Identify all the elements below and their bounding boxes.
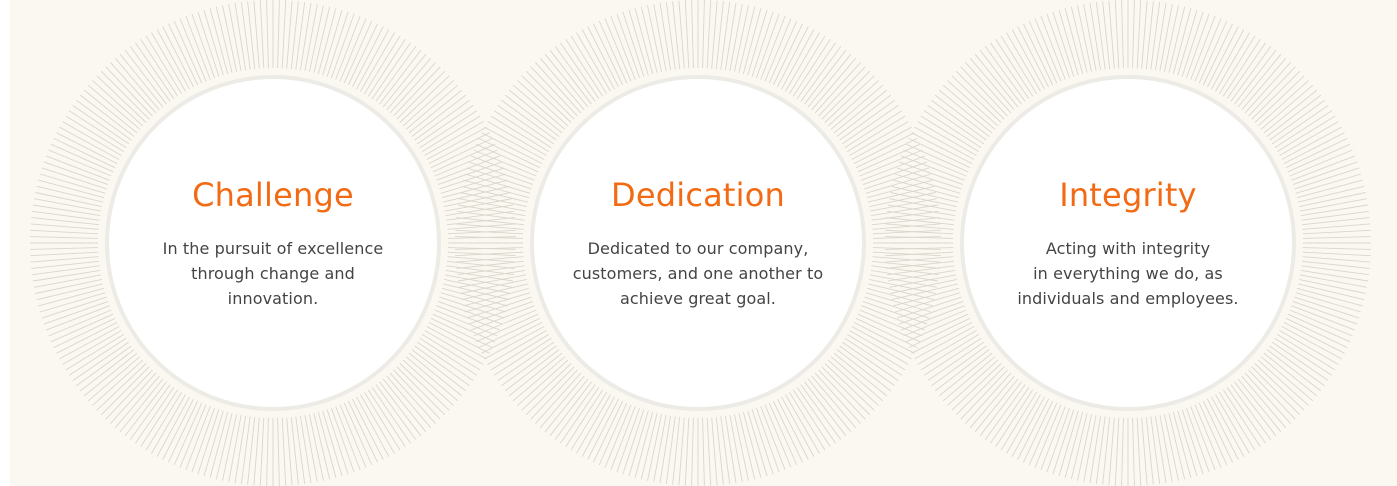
value-description-integrity: Acting with integrity in everything we d…: [1017, 238, 1239, 308]
value-card-dedication: Dedication Dedicated to our company, cus…: [530, 75, 866, 411]
value-card-integrity: Integrity Acting with integrity in every…: [960, 75, 1296, 411]
value-title-challenge: Challenge: [192, 175, 354, 214]
value-card-challenge: Challenge In the pursuit of excellence t…: [105, 75, 441, 411]
value-title-dedication: Dedication: [610, 175, 786, 214]
value-description-challenge: In the pursuit of excellence through cha…: [162, 238, 384, 308]
values-section: Challenge In the pursuit of excellence t…: [10, 0, 1397, 486]
value-title-integrity: Integrity: [1059, 175, 1197, 214]
value-description-dedication: Dedicated to our company, customers, and…: [572, 238, 824, 308]
